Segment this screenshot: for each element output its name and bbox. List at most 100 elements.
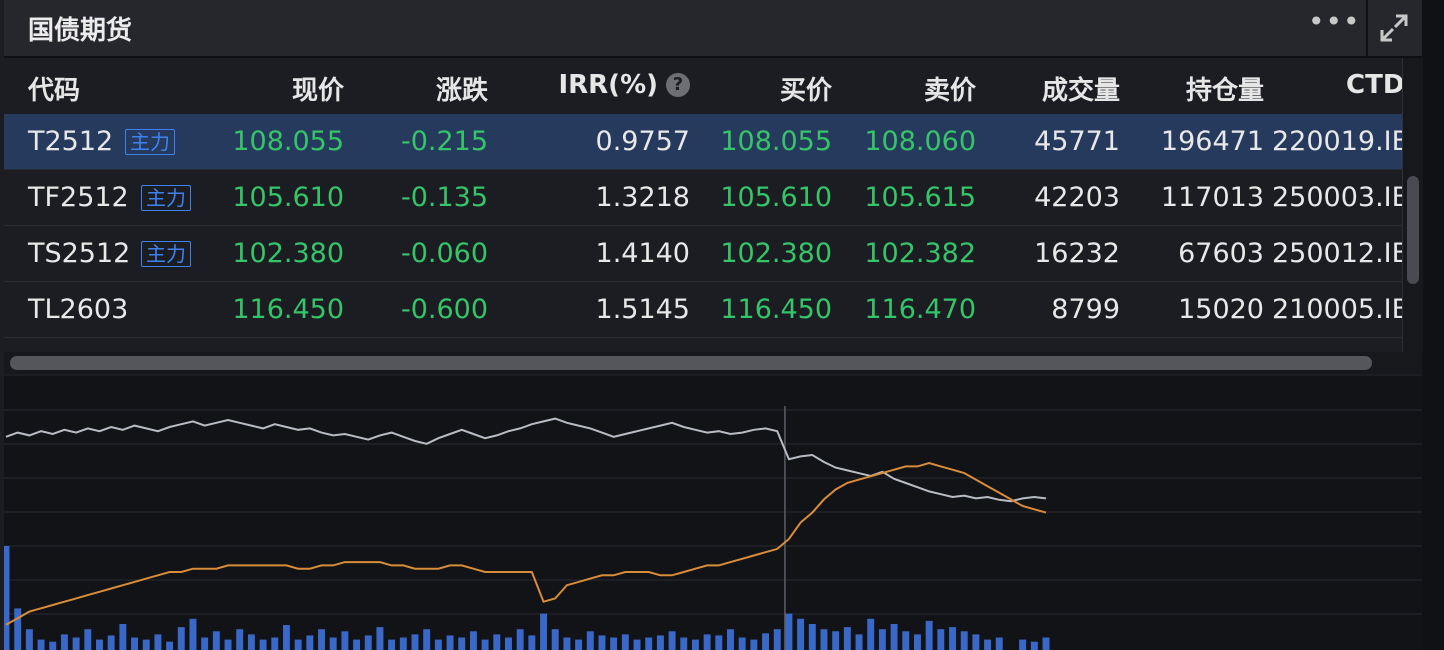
col-price[interactable]: 现价 [292, 70, 344, 107]
bid-cell: 105.610 [720, 182, 832, 213]
volume-bar [376, 627, 384, 650]
volume-bar [750, 639, 758, 650]
volume-bar [224, 639, 232, 650]
bid-cell: 116.450 [720, 294, 832, 325]
volume-bar [37, 639, 45, 650]
irr-cell: 1.4140 [595, 238, 690, 269]
irr-cell: 1.5145 [595, 294, 690, 325]
vertical-scroll-thumb[interactable] [1407, 176, 1419, 284]
futures-table: 代码 现价 涨跌 IRR(%)? 买价 卖价 成交量 持仓量 CTD T2512… [4, 58, 1402, 350]
bid-cell: 108.055 [720, 126, 832, 157]
volume-cell: 45771 [1034, 126, 1120, 157]
volume-bar [867, 618, 875, 650]
ctd-cell: 250012.IB [1272, 238, 1402, 269]
volume-bar [423, 629, 431, 650]
volume-bar [166, 641, 174, 650]
volume-bar [820, 629, 828, 650]
ctd-cell: 220019.IB [1272, 126, 1402, 157]
ask-cell: 116.470 [864, 294, 976, 325]
table-row[interactable]: TL2603 116.450 -0.600 1.5145 116.450 116.470 8… [4, 282, 1402, 338]
open-interest-cell: 67603 [1178, 238, 1264, 269]
volume-bar [913, 634, 921, 650]
table-row[interactable]: TF2512 主力 105.610 -0.135 1.3218 105.610 105.61… [4, 170, 1402, 226]
open-interest-cell: 15020 [1178, 294, 1264, 325]
volume-bar [984, 639, 992, 650]
volume-bar [843, 627, 851, 650]
panel-header: 国债期货 ••• [4, 0, 1422, 58]
volume-bar [575, 639, 583, 650]
volume-bar [633, 639, 641, 650]
chart-background [4, 376, 1422, 650]
volume-bar [259, 639, 267, 650]
col-irr-label: IRR(%) [558, 70, 658, 100]
volume-bar [762, 633, 770, 650]
header-divider [1366, 0, 1368, 56]
table-row[interactable]: T2512 主力 108.055 -0.215 0.9757 108.055 108.060… [4, 114, 1402, 170]
volume-bar [247, 634, 255, 650]
volume-bar [960, 631, 968, 650]
volume-bar [119, 624, 127, 650]
volume-bar [493, 634, 501, 650]
price-cell: 105.610 [232, 182, 344, 213]
volume-bar [656, 635, 664, 650]
volume-bar [189, 618, 197, 650]
volume-bar [925, 620, 933, 650]
volume-bar [399, 637, 407, 650]
volume-bar [610, 637, 618, 650]
volume-bar [937, 629, 945, 650]
volume-cell: 8799 [1051, 294, 1120, 325]
volume-bar [236, 629, 244, 650]
volume-bar [528, 635, 536, 650]
ctd-cell: 210005.IB [1272, 294, 1402, 325]
col-ctd[interactable]: CTD [1346, 70, 1402, 100]
col-open-interest[interactable]: 持仓量 [1186, 70, 1264, 107]
open-interest-cell: 117013 [1160, 182, 1264, 213]
intraday-chart[interactable] [4, 376, 1422, 650]
volume-bar [446, 635, 454, 650]
volume-bar [341, 631, 349, 650]
more-dots-icon[interactable]: ••• [1308, 8, 1360, 42]
volume-bar [84, 629, 92, 650]
volume-bar [773, 629, 781, 650]
volume-bar [738, 637, 746, 650]
question-icon[interactable]: ? [666, 73, 690, 97]
volume-bar [949, 627, 956, 650]
change-cell: -0.600 [400, 294, 488, 325]
volume-bar [621, 634, 629, 650]
col-volume[interactable]: 成交量 [1042, 70, 1120, 107]
ask-cell: 105.615 [864, 182, 976, 213]
horizontal-scroll-thumb[interactable] [10, 356, 1372, 370]
volume-bar [516, 629, 524, 650]
volume-bar [353, 639, 361, 650]
col-irr[interactable]: IRR(%)? [558, 70, 690, 100]
volume-bar [107, 635, 115, 650]
volume-bar [318, 629, 325, 650]
volume-bar [1030, 641, 1038, 650]
table-row[interactable]: TS2512 主力 102.380 -0.060 1.4140 102.380 102.38… [4, 226, 1402, 282]
volume-bar [808, 624, 816, 650]
volume-bar [878, 629, 886, 650]
volume-bar [4, 546, 10, 650]
volume-bar [505, 637, 512, 650]
volume-bar [1019, 639, 1027, 650]
irr-cell: 1.3218 [595, 182, 690, 213]
expand-icon[interactable] [1376, 10, 1412, 46]
main-contract-badge: 主力 [141, 185, 191, 211]
ask-cell: 102.382 [864, 238, 976, 269]
col-bid[interactable]: 买价 [780, 70, 832, 107]
col-ask[interactable]: 卖价 [924, 70, 976, 107]
col-change[interactable]: 涨跌 [436, 70, 488, 107]
volume-bar [154, 634, 162, 650]
volume-bar [715, 635, 723, 650]
volume-bar [832, 631, 840, 650]
volume-bar [294, 639, 302, 650]
volume-bar [540, 613, 547, 650]
volume-bar [855, 634, 863, 650]
col-code[interactable]: 代码 [28, 70, 80, 107]
volume-bar [411, 634, 419, 650]
ctd-cell: 250003.IB [1272, 182, 1402, 213]
volume-bar [645, 637, 653, 650]
volume-bar [1042, 637, 1050, 650]
volume-bar [142, 639, 150, 650]
volume-bar [201, 637, 209, 650]
